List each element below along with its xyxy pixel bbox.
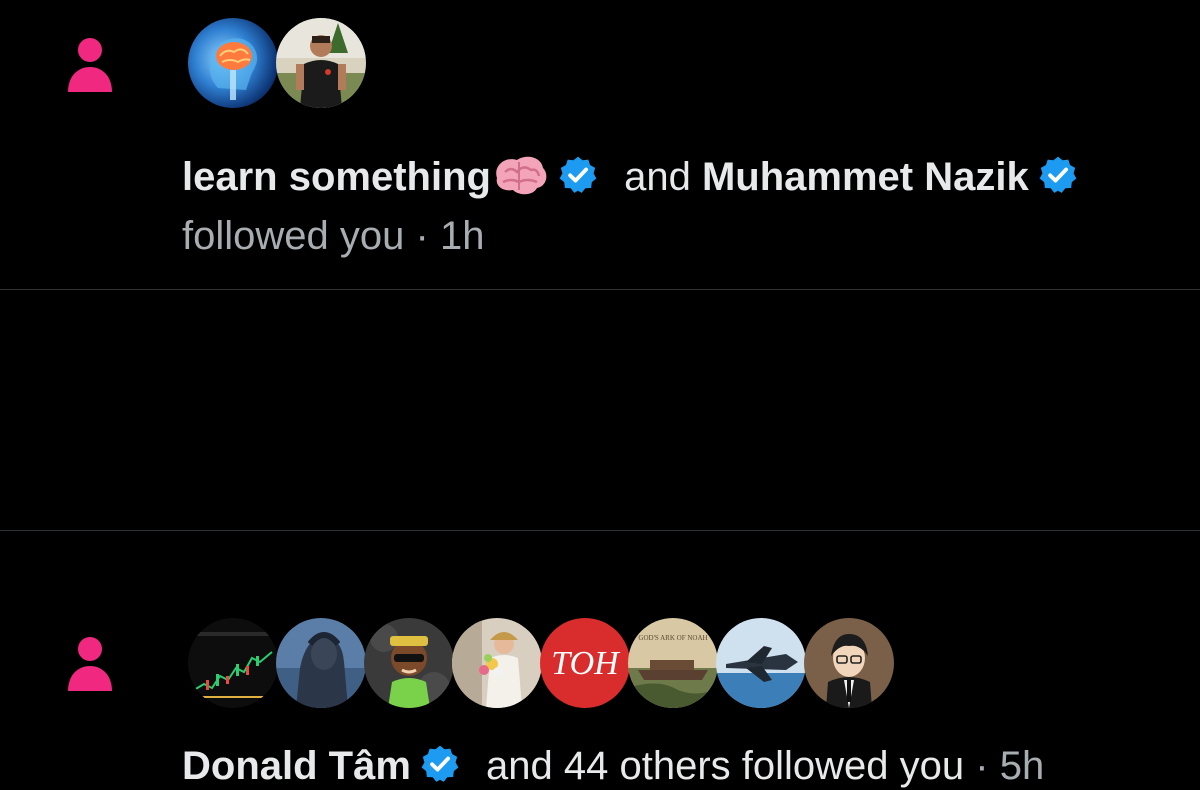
- notification-action-line: followed you · 1h: [182, 212, 484, 260]
- user-name-donald-tam[interactable]: Donald Tâm: [182, 744, 411, 788]
- user-name-muhammet-nazik[interactable]: Muhammet Nazik: [702, 155, 1029, 199]
- timestamp: 5h: [999, 744, 1045, 788]
- person-icon: [68, 637, 112, 691]
- verified-badge-icon: [421, 745, 459, 782]
- timestamp: 1h: [439, 214, 485, 258]
- action-text: followed you: [182, 214, 405, 258]
- user-name-learn-something[interactable]: learn something: [182, 155, 491, 199]
- toh-logo-text: TOH: [551, 645, 621, 682]
- brain-avatar[interactable]: [188, 18, 278, 108]
- flowers-avatar[interactable]: [452, 618, 542, 708]
- notification-item-2[interactable]: TOH GOD'S ARK OF NOAH Donald Tâm and 44 …: [0, 290, 1200, 788]
- anime-avatar[interactable]: [804, 618, 894, 708]
- cartoon-avatar[interactable]: [364, 618, 454, 708]
- rest-text: and 44 others followed you: [486, 744, 965, 788]
- avatar-group: [188, 18, 366, 108]
- verified-badge-icon: [559, 156, 597, 193]
- person-icon: [68, 38, 112, 92]
- statue-avatar[interactable]: [276, 618, 366, 708]
- avatar-group: TOH GOD'S ARK OF NOAH: [188, 618, 894, 708]
- verified-badge-icon: [1039, 156, 1077, 193]
- notification-text-line: learn something and Muhammet Nazik: [182, 152, 1079, 201]
- notification-text-line: Donald Tâm and 44 others followed you · …: [182, 742, 1044, 790]
- connector-text: and: [624, 155, 691, 199]
- ark-avatar[interactable]: GOD'S ARK OF NOAH: [628, 618, 718, 708]
- toh-avatar[interactable]: TOH: [540, 618, 630, 708]
- notification-item-1[interactable]: learn something and Muhammet Nazik follo…: [0, 0, 1200, 289]
- jet-avatar[interactable]: [716, 618, 806, 708]
- ark-title-text: GOD'S ARK OF NOAH: [638, 634, 707, 642]
- time-separator: ·: [415, 214, 429, 258]
- chart-avatar[interactable]: [188, 618, 278, 708]
- man-outdoor-avatar[interactable]: [276, 18, 366, 108]
- brain-emoji-icon: [496, 156, 547, 195]
- time-separator: ·: [975, 744, 989, 788]
